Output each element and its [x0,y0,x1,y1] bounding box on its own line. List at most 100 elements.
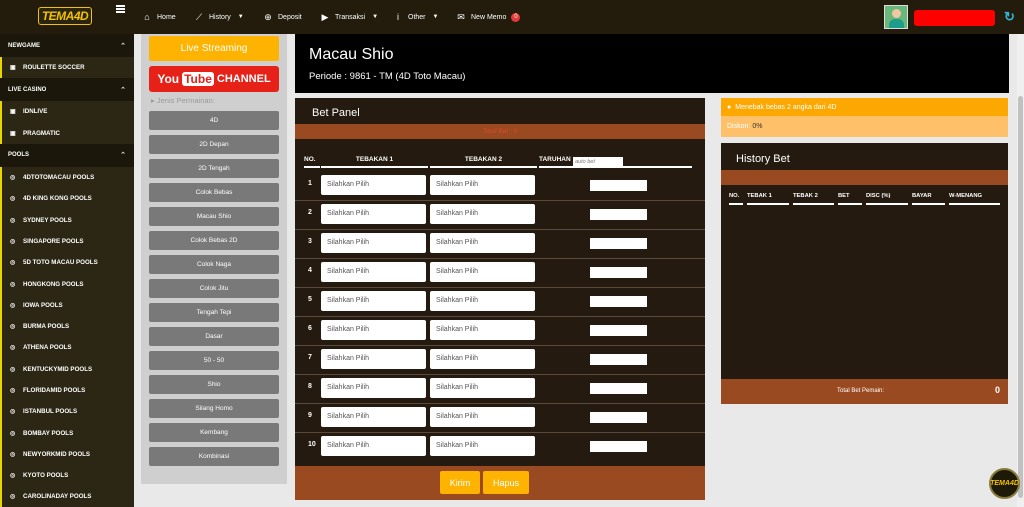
target-icon: ◎ [10,302,16,309]
page-title: Macau Shio [309,46,394,63]
taruhan-input[interactable] [590,209,647,220]
game-colok-jitu-button[interactable]: Colok Jitu [149,279,279,298]
sidebar-item-pool[interactable]: ◎ BOMBAY POOLS [0,422,134,444]
sidebar-item-pool[interactable]: ◎ KYOTO POOLS [0,465,134,487]
game-colok-bebas-button[interactable]: Colok Bebas [149,183,279,202]
sidebar-item-pool[interactable]: ◎ 4DTOTOMACAU POOLS [0,166,134,189]
tebakan1-select[interactable]: Silahkan Pilih [321,378,426,398]
nav-other-label: Other [408,13,426,21]
sidebar-item-pool[interactable]: ◎ CAROLINADAY POOLS [0,486,134,507]
taruhan-input[interactable] [590,354,647,365]
youtube-channel-banner[interactable]: You Tube CHANNEL [149,66,279,92]
tebakan2-select[interactable]: Silahkan Pilih [430,262,535,282]
bet-row: 4 Silahkan Pilih Silahkan Pilih [295,259,705,288]
menu-toggle-icon[interactable] [116,5,125,13]
tebakan2-select[interactable]: Silahkan Pilih [430,175,535,195]
sidebar-item-pool[interactable]: ◎ BURMA POOLS [0,315,134,338]
tebakan2-select[interactable]: Silahkan Pilih [430,320,535,340]
game-50-50-button[interactable]: 50 - 50 [149,351,279,370]
nav-history[interactable]: ⟋ History ▼ [194,0,244,34]
page-scrollbar[interactable] [1017,34,1024,507]
taruhan-input[interactable] [590,238,647,249]
sidebar-item-pool[interactable]: ◎ ATHENA POOLS [0,337,134,359]
tebakan1-select[interactable]: Silahkan Pilih [321,204,426,224]
scrollbar-thumb[interactable] [1018,96,1023,498]
target-icon: ◎ [10,409,16,416]
game-2d-depan-button[interactable]: 2D Depan [149,135,279,154]
sidebar-item-pragmatic[interactable]: ▣ PRAGMATIC [0,122,134,144]
sidebar-item-pool[interactable]: ◎ IOWA POOLS [0,294,134,316]
kirim-button[interactable]: Kirim [440,471,480,494]
refresh-icon[interactable]: ↻ [1004,9,1015,25]
tebakan1-select[interactable]: Silahkan Pilih [321,233,426,253]
tebakan1-select[interactable]: Silahkan Pilih [321,262,426,282]
sidebar-section-pools[interactable]: POOLS ⌃ [0,143,134,167]
sidebar-item-roulette-soccer[interactable]: ▣ ROULETTE SOCCER [0,57,134,79]
sidebar-item-pool[interactable]: ◎ SINGAPORE POOLS [0,230,134,253]
chart-icon: ⟋ [195,11,203,22]
sidebar-item-pool[interactable]: ◎ SYDNEY POOLS [0,209,134,231]
floating-logo-badge[interactable]: TEMA4D [989,468,1020,499]
game-kembang-button[interactable]: Kembang [149,423,279,442]
game-shio-button[interactable]: Shio [149,375,279,394]
taruhan-input[interactable] [590,441,647,452]
taruhan-input[interactable] [590,383,647,394]
taruhan-input[interactable] [590,180,647,191]
taruhan-input[interactable] [590,412,647,423]
user-balance-box[interactable] [914,10,995,26]
nav-other[interactable]: i Other ▼ [393,0,438,34]
site-logo[interactable]: TEMA4D [38,7,92,25]
game-2d-tengah-button[interactable]: 2D Tengah [149,159,279,178]
tebakan1-select[interactable]: Silahkan Pilih [321,349,426,369]
tebakan2-select[interactable]: Silahkan Pilih [430,378,535,398]
tebakan1-select[interactable]: Silahkan Pilih [321,175,426,195]
nav-deposit[interactable]: ⊕ Deposit [263,0,302,34]
game-macau-shio-button[interactable]: Macau Shio [149,207,279,226]
sidebar-item-pool[interactable]: ◎ NEWYORKMID POOLS [0,443,134,466]
avatar[interactable] [884,5,908,29]
nav-home[interactable]: ⌂ Home [142,0,175,34]
tebakan2-select[interactable]: Silahkan Pilih [430,204,535,224]
game-kombinasi-button[interactable]: Kombinasi [149,447,279,466]
tebakan1-select[interactable]: Silahkan Pilih [321,436,426,456]
auto-bet-input[interactable]: auto bet [573,157,623,167]
live-streaming-button[interactable]: Live Streaming [149,36,279,61]
tebakan2-select[interactable]: Silahkan Pilih [430,233,535,253]
game-tengah-tepi-button[interactable]: Tengah Tepi [149,303,279,322]
nav-transaksi[interactable]: ▶ Transaksi ▼ [320,0,379,34]
taruhan-input[interactable] [590,325,647,336]
sidebar-item-idnlive[interactable]: ▣ IDNLIVE [0,101,134,123]
tebakan2-select[interactable]: Silahkan Pilih [430,349,535,369]
row-number: 3 [308,238,312,245]
row-number: 2 [308,209,312,216]
taruhan-input[interactable] [590,296,647,307]
game-type-panel: Live Streaming You Tube CHANNEL ▸ Jenis … [141,34,287,484]
nav-deposit-label: Deposit [278,13,302,21]
game-4d-button[interactable]: 4D [149,111,279,130]
game-colok-naga-button[interactable]: Colok Naga [149,255,279,274]
tebakan2-select[interactable]: Silahkan Pilih [430,407,535,427]
tebakan1-select[interactable]: Silahkan Pilih [321,291,426,311]
sidebar-item-pool[interactable]: ◎ KENTUCKYMID POOLS [0,358,134,380]
sidebar-item-pool[interactable]: ◎ HONGKONG POOLS [0,273,134,295]
nav-new-memo[interactable]: ✉ New Memo 0 [456,0,521,34]
sidebar-item-pool[interactable]: ◎ ISTANBUL POOLS [0,401,134,423]
history-footer: Total Bet Pemain: 0 [721,379,1008,404]
sidebar-section-live-casino[interactable]: LIVE CASINO ⌃ [0,78,134,102]
tebakan1-select[interactable]: Silahkan Pilih [321,320,426,340]
taruhan-input[interactable] [590,267,647,278]
tebakan2-select[interactable]: Silahkan Pilih [430,436,535,456]
tebakan2-select[interactable]: Silahkan Pilih [430,291,535,311]
chevron-up-icon: ⌃ [120,152,126,160]
sidebar-item-pool[interactable]: ◎ FLORIDAMID POOLS [0,379,134,402]
game-dasar-button[interactable]: Dasar [149,327,279,346]
game-colok-bebas-2d-button[interactable]: Colok Bebas 2D [149,231,279,250]
hapus-button[interactable]: Hapus [483,471,529,494]
tebakan1-select[interactable]: Silahkan Pilih [321,407,426,427]
sidebar-item-pool[interactable]: ◎ 5D TOTO MACAU POOLS [0,252,134,274]
target-icon: ◎ [10,281,16,288]
sidebar-item-pool[interactable]: ◎ 4D KING KONG POOLS [0,188,134,210]
game-silang-homo-button[interactable]: Silang Homo [149,399,279,418]
target-icon: ◎ [10,451,16,458]
sidebar-section-newgame[interactable]: NEWGAME ⌃ [0,34,134,57]
